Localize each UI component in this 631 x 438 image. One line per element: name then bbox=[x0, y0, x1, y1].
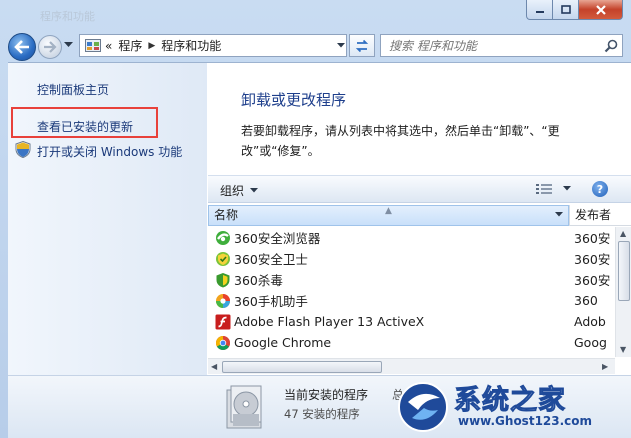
window-title: 程序和功能 bbox=[40, 10, 95, 23]
horizontal-scroll-thumb[interactable] bbox=[222, 361, 382, 373]
watermark-title: 系统之家 bbox=[454, 385, 566, 417]
program-row[interactable]: 360手机助手 360 bbox=[208, 290, 615, 311]
minimize-icon bbox=[535, 10, 544, 13]
scroll-down-icon[interactable]: ▼ bbox=[620, 345, 626, 354]
column-header-publisher[interactable]: 发布者 bbox=[569, 205, 631, 226]
page-description: 若要卸载程序，请从列表中将其选中，然后单击“卸载”、“更改”或“修复”。 bbox=[241, 124, 560, 158]
navigation-bar: « 程序 ▶ 程序和功能 bbox=[0, 30, 631, 62]
refresh-icon bbox=[355, 39, 369, 52]
360-mobile-icon bbox=[216, 293, 230, 308]
help-icon: ? bbox=[596, 182, 604, 196]
program-name: 360杀毒 bbox=[234, 273, 283, 288]
close-button[interactable] bbox=[579, 0, 623, 20]
column-name-label: 名称 bbox=[214, 208, 239, 222]
page-title: 卸载或更改程序 bbox=[241, 91, 347, 109]
program-publisher: 360安 bbox=[574, 231, 611, 246]
help-button[interactable]: ? bbox=[592, 181, 608, 197]
details-title: 当前安装的程序 bbox=[284, 388, 369, 402]
watermark: 系统之家 www.Ghost123.com bbox=[396, 372, 631, 438]
program-name: 360手机助手 bbox=[234, 294, 308, 309]
close-icon bbox=[595, 4, 606, 15]
caption-buttons bbox=[526, 0, 623, 20]
program-publisher: 360安 bbox=[574, 273, 611, 288]
maximize-button[interactable] bbox=[553, 0, 579, 20]
program-publisher: 360 bbox=[574, 293, 598, 308]
program-row[interactable]: 360杀毒 360安 bbox=[208, 269, 615, 290]
flash-icon bbox=[215, 314, 231, 329]
program-row[interactable]: 360安全浏览器 360安 bbox=[208, 227, 615, 248]
watermark-url: www.Ghost123.com bbox=[458, 414, 593, 428]
breadcrumb-overflow[interactable]: « bbox=[105, 39, 112, 53]
organize-button[interactable]: 组织 bbox=[220, 182, 259, 199]
program-name: Adobe Flash Player 13 ActiveX bbox=[234, 314, 425, 329]
360-browser-icon bbox=[216, 230, 230, 245]
back-button[interactable] bbox=[8, 33, 36, 61]
title-bar[interactable]: 程序和功能 bbox=[0, 0, 631, 30]
program-publisher: Adob bbox=[574, 314, 606, 329]
column-publisher-label: 发布者 bbox=[575, 208, 612, 222]
breadcrumb-programs-and-features[interactable]: 程序和功能 bbox=[161, 37, 221, 54]
breadcrumb-programs[interactable]: 程序 bbox=[118, 37, 142, 54]
arrow-left-icon bbox=[14, 40, 29, 54]
program-row[interactable]: Google Chrome Goog bbox=[208, 332, 615, 353]
360-antivirus-icon bbox=[216, 272, 230, 287]
details-program-count: 47 安装的程序 bbox=[284, 407, 360, 421]
shield-icon bbox=[15, 141, 31, 158]
organize-label: 组织 bbox=[220, 184, 245, 198]
search-input[interactable] bbox=[381, 35, 600, 56]
search-icon[interactable] bbox=[600, 39, 622, 53]
program-publisher: Goog bbox=[574, 335, 607, 350]
column-headers: 名称 ▲ 发布者 bbox=[208, 205, 631, 226]
arrow-right-icon bbox=[44, 41, 57, 53]
chevron-down-icon bbox=[337, 43, 345, 48]
scroll-left-icon[interactable]: ◀ bbox=[211, 362, 217, 371]
program-row[interactable]: Adobe Flash Player 13 ActiveX Adob bbox=[208, 311, 615, 332]
turn-windows-features-link[interactable]: 打开或关闭 Windows 功能 bbox=[37, 143, 182, 160]
view-installed-updates-link[interactable]: 查看已安装的更新 bbox=[37, 118, 133, 135]
program-row[interactable]: 360安全卫士 360安 bbox=[208, 248, 615, 269]
scroll-up-icon[interactable]: ▲ bbox=[620, 229, 626, 238]
program-name: 360安全浏览器 bbox=[234, 231, 321, 246]
forward-button[interactable] bbox=[38, 35, 62, 59]
programs-and-features-window: 程序和功能 « 程序 ▶ 程序和功能 搜索 程序和功能 控制面板主页 查看已安装… bbox=[0, 0, 631, 438]
program-name: 360安全卫士 bbox=[234, 252, 308, 267]
watermark-logo-icon bbox=[398, 382, 448, 432]
program-name: Google Chrome bbox=[234, 335, 332, 350]
vertical-scrollbar[interactable]: ▲ ▼ bbox=[615, 227, 631, 357]
address-dropdown-button[interactable] bbox=[335, 34, 347, 57]
maximize-icon bbox=[560, 4, 571, 14]
scroll-right-icon[interactable]: ▶ bbox=[602, 362, 608, 371]
chrome-icon bbox=[216, 335, 230, 350]
command-bar: 组织 ? bbox=[208, 175, 631, 203]
history-dropdown-icon[interactable] bbox=[64, 42, 73, 48]
vertical-scroll-thumb[interactable] bbox=[618, 241, 630, 301]
program-list: 360安全浏览器 360安 360安全卫士 360安 360杀毒 360安 36… bbox=[208, 227, 615, 357]
sort-ascending-icon: ▲ bbox=[385, 206, 392, 216]
minimize-button[interactable] bbox=[526, 0, 553, 20]
column-header-name[interactable]: 名称 ▲ bbox=[208, 205, 569, 226]
control-panel-icon bbox=[85, 38, 101, 52]
view-dropdown-icon[interactable] bbox=[563, 186, 571, 191]
address-bar[interactable]: « 程序 ▶ 程序和功能 bbox=[79, 34, 347, 57]
search-box[interactable] bbox=[380, 34, 623, 57]
chevron-down-icon bbox=[250, 188, 259, 193]
control-panel-home-link[interactable]: 控制面板主页 bbox=[37, 81, 109, 98]
column-filter-dropdown-icon[interactable] bbox=[555, 212, 563, 217]
360-safe-icon bbox=[216, 251, 230, 266]
refresh-button[interactable] bbox=[349, 34, 375, 57]
breadcrumb-separator-icon[interactable]: ▶ bbox=[148, 41, 155, 51]
view-options-icon[interactable] bbox=[536, 183, 552, 195]
program-publisher: 360安 bbox=[574, 252, 611, 267]
installed-programs-icon bbox=[226, 385, 262, 429]
